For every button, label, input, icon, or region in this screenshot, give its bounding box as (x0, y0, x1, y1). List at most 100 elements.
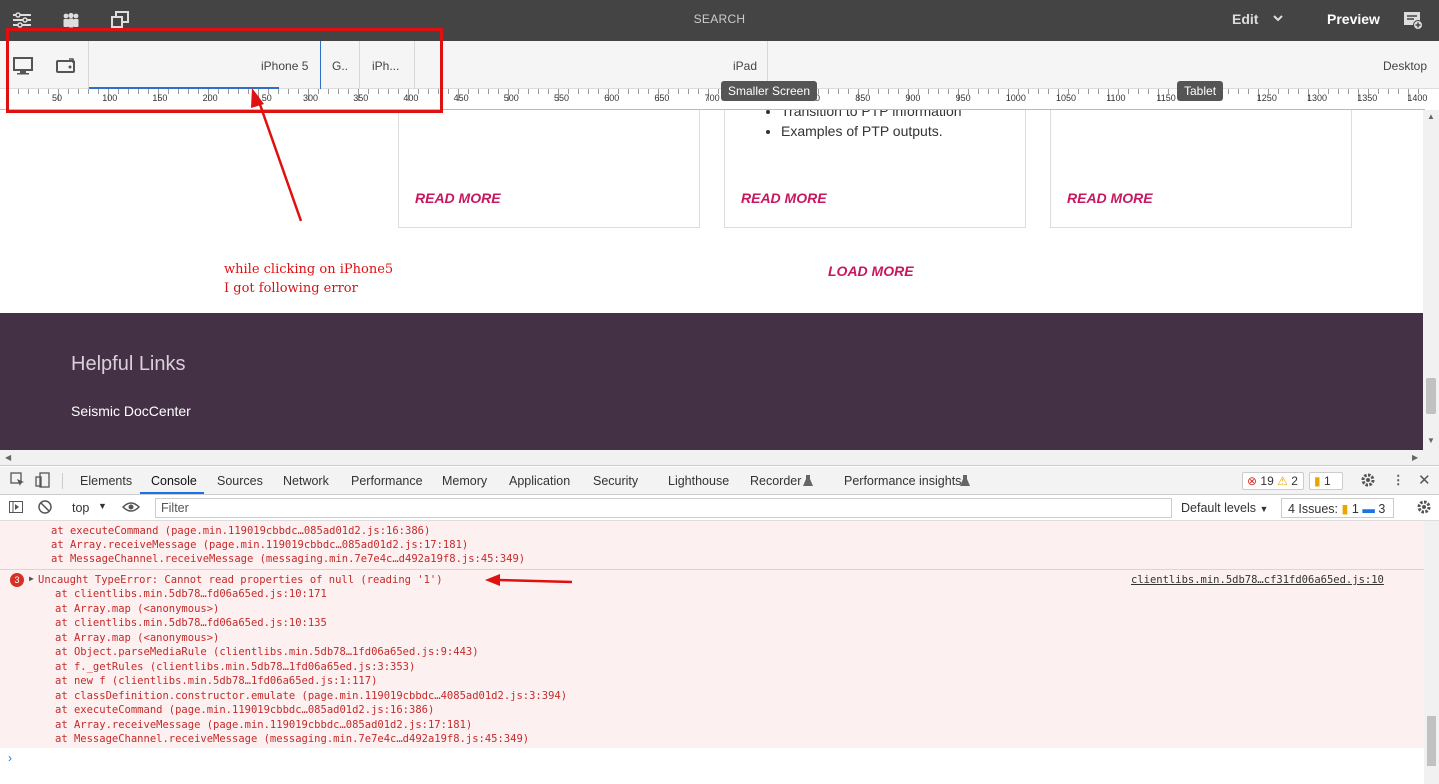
annotation-note: while clicking on iPhone5 I got followin… (224, 260, 393, 298)
device-ipad[interactable]: iPad (733, 59, 757, 73)
info-counter[interactable]: ▮ 1 (1309, 472, 1343, 490)
tab-lighthouse[interactable]: Lighthouse (668, 474, 729, 488)
stack-line[interactable]: at Array.receiveMessage (page.min.119019… (55, 719, 472, 731)
inspect-element-icon[interactable] (10, 472, 26, 491)
error-icon: ⊗ (1247, 474, 1258, 488)
device-toolbar-icon[interactable] (35, 472, 51, 491)
tab-memory[interactable]: Memory (442, 474, 487, 488)
scrollbar-thumb[interactable] (1426, 378, 1436, 414)
annotation-line: while clicking on iPhone5 (224, 262, 394, 277)
eye-icon[interactable] (121, 500, 141, 517)
stack-line[interactable]: at new f (clientlibs.min.5db78…1fd06a65e… (55, 675, 377, 687)
tab-performance[interactable]: Performance (351, 474, 423, 488)
article-card: READ MORE (1050, 110, 1352, 228)
ruler-tick (938, 89, 939, 94)
stack-line[interactable]: at clientlibs.min.5db78…fd06a65ed.js:10:… (55, 588, 327, 600)
tab-security[interactable]: Security (593, 474, 638, 488)
ruler-tick (928, 89, 929, 94)
tab-performance-insights[interactable]: Performance insights (844, 474, 961, 488)
error-source-link[interactable]: clientlibs.min.5db78…cf31fd06a65ed.js:10 (1131, 574, 1384, 586)
stack-line[interactable]: at f._getRules (clientlibs.min.5db78…1fd… (55, 661, 415, 673)
comment-icon[interactable] (1403, 10, 1423, 30)
expand-arrow-icon[interactable]: ▶ (29, 574, 34, 583)
error-message[interactable]: Uncaught TypeError: Cannot read properti… (38, 574, 443, 586)
stack-line[interactable]: at Object.parseMediaRule (clientlibs.min… (55, 646, 479, 658)
ruler-tick (1148, 89, 1149, 94)
issues-warn-count: 1 (1351, 502, 1359, 516)
close-icon[interactable]: ✕ (1418, 471, 1431, 489)
ruler-tick (1238, 89, 1239, 94)
preview-button[interactable]: Preview (1327, 11, 1380, 27)
tab-sources[interactable]: Sources (217, 474, 263, 488)
ruler-tick (1228, 89, 1229, 94)
ruler-tick (948, 89, 949, 94)
scrollbar-thumb[interactable] (1427, 716, 1436, 766)
ruler-tick (1088, 89, 1089, 94)
log-levels-label: Default levels (1181, 501, 1257, 515)
ruler-tick (578, 89, 579, 94)
read-more-link[interactable]: READ MORE (1067, 190, 1153, 206)
more-options-icon[interactable]: ⋮ (1392, 472, 1405, 487)
tab-network[interactable]: Network (283, 474, 329, 488)
console-toolbar: top ▼ Filter Default levels ▼ 4 Issues: … (0, 495, 1439, 521)
read-more-link[interactable]: READ MORE (415, 190, 501, 206)
divider (62, 473, 63, 489)
tab-console[interactable]: Console (151, 474, 197, 488)
ruler-label: 900 (905, 93, 921, 103)
console-prompt[interactable]: › (0, 748, 1424, 784)
scroll-down-icon[interactable]: ▼ (1427, 436, 1435, 445)
warning-count: 2 (1291, 474, 1298, 488)
console-output: at executeCommand (page.min.119019cbbdc…… (0, 521, 1424, 748)
ruler-tick (448, 89, 449, 94)
log-levels-dropdown[interactable]: Default levels ▼ (1181, 501, 1268, 515)
console-settings-gear-icon[interactable] (1416, 499, 1432, 518)
article-card: READ MORE (398, 110, 700, 228)
load-more-button[interactable]: LOAD MORE (828, 263, 914, 279)
error-count: 19 (1260, 474, 1274, 488)
ruler-label: 1300 (1307, 93, 1328, 103)
page-scrollbar[interactable]: ▲ ▼ (1423, 110, 1439, 450)
stack-line[interactable]: at Array.map (<anonymous>) (55, 603, 219, 615)
tab-elements[interactable]: Elements (80, 474, 132, 488)
ruler-tick (538, 89, 539, 94)
tab-recorder[interactable]: Recorder (750, 474, 801, 488)
stack-line[interactable]: at MessageChannel.receiveMessage (messag… (55, 733, 529, 745)
ruler-tick (988, 89, 989, 94)
chevron-down-icon[interactable] (1272, 11, 1284, 25)
stack-line[interactable]: at Array.map (<anonymous>) (55, 632, 219, 644)
ruler-tick (498, 89, 499, 94)
stack-line[interactable]: at classDefinition.constructor.emulate (… (55, 690, 567, 702)
ruler-label: 500 (503, 93, 519, 103)
stack-line[interactable]: at executeCommand (page.min.119019cbbdc…… (55, 704, 434, 716)
ruler-tick (888, 89, 889, 94)
ruler-tick (1378, 89, 1379, 94)
sidebar-toggle-icon[interactable] (9, 501, 23, 516)
scroll-right-icon[interactable]: ▶ (1412, 453, 1418, 462)
context-selector[interactable]: top (72, 501, 89, 515)
ruler-label: 850 (855, 93, 871, 103)
error-warning-counter[interactable]: ⊗ 19 ⚠ 2 (1242, 472, 1304, 490)
console-filter-input[interactable]: Filter (155, 498, 1172, 518)
console-scrollbar[interactable] (1424, 521, 1439, 784)
stack-line[interactable]: at clientlibs.min.5db78…fd06a65ed.js:10:… (55, 617, 327, 629)
footer-link[interactable]: Seismic DocCenter (71, 403, 191, 419)
site-footer: Helpful Links Seismic DocCenter (0, 313, 1423, 450)
clear-console-icon[interactable] (38, 500, 52, 517)
annotation-highlight-box (6, 28, 443, 113)
scroll-up-icon[interactable]: ▲ (1427, 112, 1435, 121)
ruler-tick (1348, 89, 1349, 94)
horizontal-scrollbar[interactable]: ◀ ▶ (0, 450, 1439, 466)
scroll-left-icon[interactable]: ◀ (5, 453, 11, 462)
device-desktop[interactable]: Desktop (1383, 59, 1427, 73)
filter-placeholder: Filter (161, 501, 189, 515)
ruler-label: 950 (955, 93, 971, 103)
ruler-tick (628, 89, 629, 94)
tab-application[interactable]: Application (509, 474, 570, 488)
card-bullet-list: demonstration Transition to PTP informat… (781, 110, 962, 141)
read-more-link[interactable]: READ MORE (741, 190, 827, 206)
edit-mode-button[interactable]: Edit (1232, 11, 1258, 27)
issues-button[interactable]: 4 Issues: ▮ 1 ▬ 3 (1281, 498, 1394, 518)
info-flag-icon: ▮ (1314, 474, 1321, 488)
settings-gear-icon[interactable] (1360, 472, 1376, 491)
dropdown-icon[interactable]: ▼ (98, 501, 107, 511)
